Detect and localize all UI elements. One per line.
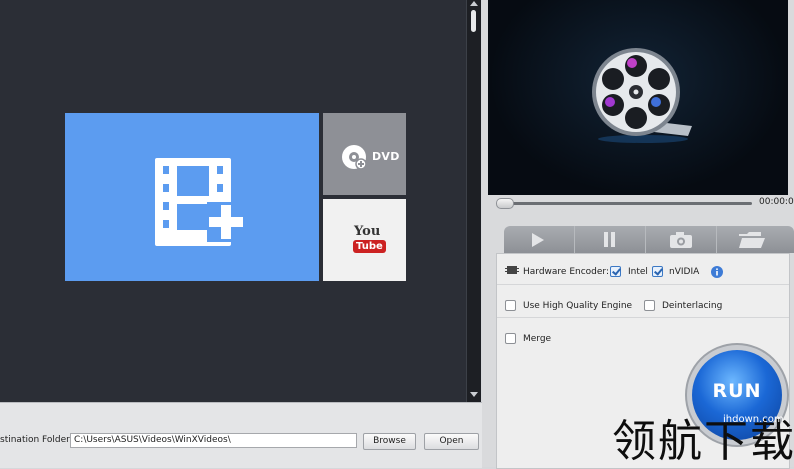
intel-checkbox[interactable] [610,266,621,277]
output-bar: stination Folder: C:\Users\ASUS\Videos\W… [0,402,482,468]
high-quality-engine-checkbox[interactable] [505,300,516,311]
right-panel: 00:00:00 [482,0,794,469]
nvidia-label: nVIDIA [669,267,700,277]
seek-track[interactable] [510,202,752,205]
playback-controls [504,226,794,253]
hardware-encoder-label: Hardware Encoder: [523,267,609,277]
run-label: RUN [712,380,762,402]
chip-icon [505,266,519,274]
intel-label: Intel [628,267,648,277]
scroll-down-arrow-icon[interactable] [470,392,478,397]
merge-checkbox[interactable] [505,333,516,344]
high-quality-engine-label: Use High Quality Engine [523,301,633,311]
open-button[interactable]: Open [424,433,479,450]
deinterlacing-label: Deinterlacing [662,301,723,311]
add-youtube-button[interactable]: You Tube [323,199,406,281]
pause-button[interactable] [575,226,646,253]
preview-window [488,0,788,195]
add-video-icon [155,158,247,246]
youtube-logo-tube: Tube [353,240,386,253]
browse-button[interactable]: Browse [363,433,416,450]
source-workspace: DVD You Tube [0,0,481,402]
seek-handle[interactable] [496,198,514,209]
watermark-site: ihdown.com [723,414,784,425]
scroll-up-arrow-icon[interactable] [470,1,478,6]
time-readout: 00:00:00 [759,197,794,207]
open-folder-button[interactable] [717,226,787,253]
youtube-logo-you: You [354,224,381,239]
seek-bar[interactable]: 00:00:00 [488,196,794,210]
hardware-encoder-row: Hardware Encoder: Intel nVIDIA [497,254,789,285]
snapshot-button[interactable] [646,226,717,253]
dvd-label: DVD [372,150,400,163]
nvidia-checkbox[interactable] [652,266,663,277]
dvd-disc-icon [342,145,367,170]
add-video-button[interactable] [65,113,319,281]
deinterlacing-checkbox[interactable] [644,300,655,311]
folder-icon [739,232,765,248]
engine-options-row: Use High Quality Engine Deinterlacing [497,285,789,318]
info-icon[interactable] [711,266,723,278]
merge-row: Merge [497,318,789,350]
play-icon [532,233,544,247]
camera-icon [670,232,692,248]
workspace-scrollbar[interactable] [466,0,481,402]
destination-folder-label: stination Folder: [0,435,73,445]
add-dvd-button[interactable]: DVD [323,113,406,195]
pause-icon [604,232,608,247]
film-reel-logo-icon [592,48,692,143]
merge-label: Merge [523,334,552,344]
play-button[interactable] [504,226,575,253]
destination-folder-input[interactable]: C:\Users\ASUS\Videos\WinXVideos\ [70,433,357,448]
scroll-thumb[interactable] [471,10,476,32]
